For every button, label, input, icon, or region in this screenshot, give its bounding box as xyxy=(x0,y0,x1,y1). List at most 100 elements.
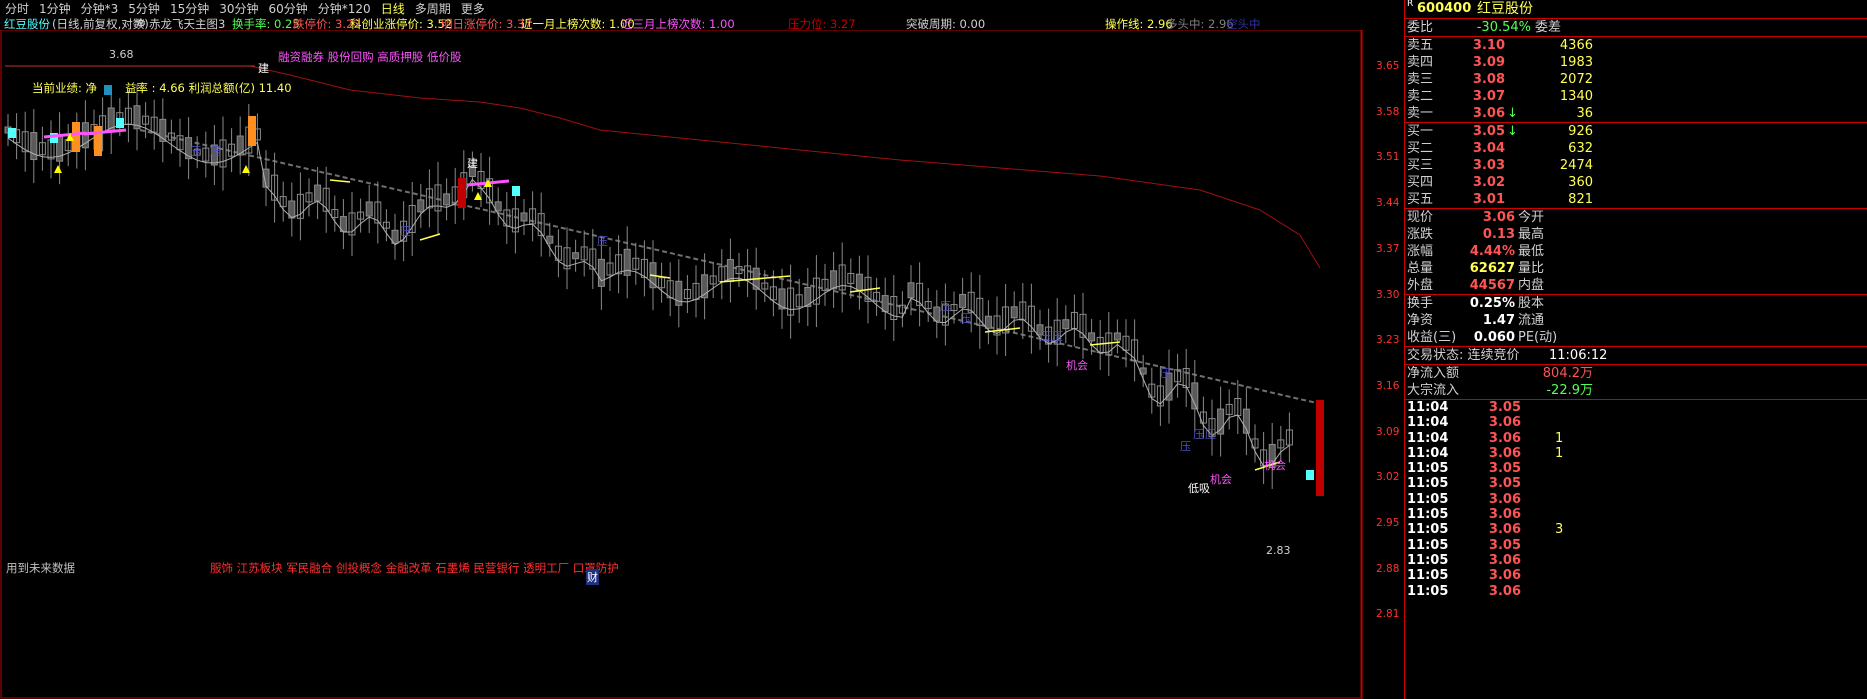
tick-time: 11:04 xyxy=(1407,400,1449,415)
book-price: 3.09 xyxy=(1472,55,1505,70)
stat-label: 总量 xyxy=(1407,261,1434,276)
book-price: 3.01 xyxy=(1472,192,1505,207)
tick-row[interactable]: 11:05 3.06 xyxy=(1405,568,1867,583)
book-label: 卖五 xyxy=(1407,38,1434,53)
price-tick: 3.65 xyxy=(1376,60,1400,72)
tick-row[interactable]: 11:05 3.06 3 xyxy=(1405,522,1867,537)
high-price-mark: 3.68 xyxy=(109,48,134,61)
low-price-mark: 2.83 xyxy=(1266,544,1291,557)
tick-list[interactable]: 11:04 3.05 11:04 3.06 11:04 3.06 1 11:04 3.06 1 11… xyxy=(1405,399,1867,599)
book-volume: 36 xyxy=(1576,106,1593,121)
period-tab[interactable]: 分时 xyxy=(0,0,34,17)
stock-header: R 600400 红豆股份 xyxy=(1405,0,1867,18)
book-label: 买一 xyxy=(1407,124,1434,139)
book-price: 3.05 xyxy=(1472,124,1505,139)
tick-row[interactable]: 11:05 3.06 xyxy=(1405,492,1867,507)
block-inflow-row: 大宗流入 -22.9万 xyxy=(1405,382,1867,399)
yellow-segment xyxy=(329,179,351,183)
book-price: 3.07 xyxy=(1472,89,1505,104)
book-row[interactable]: 买二 3.04 632 xyxy=(1405,140,1867,157)
down-arrow-icon: ↓ xyxy=(1507,124,1518,139)
candle-body xyxy=(933,306,941,322)
stat-label-2: 今开 xyxy=(1518,210,1545,225)
period-tab[interactable]: 60分钟 xyxy=(264,0,313,17)
stat-row: 收益(三) 0.060 PE(动) xyxy=(1405,329,1867,346)
tick-row[interactable]: 11:04 3.06 1 xyxy=(1405,431,1867,446)
stat-value: 44567 xyxy=(1469,278,1515,293)
candle-body xyxy=(1062,319,1070,330)
price-tick: 3.37 xyxy=(1376,242,1400,255)
pressure-mark: 压 xyxy=(1193,428,1204,441)
ask-book: 卖五 3.10 4366 卖四 3.09 1983 卖三 3.08 2072 卖二 3.07 1340… xyxy=(1405,36,1867,122)
future-data-note: 用到未来数据 xyxy=(6,561,75,575)
tick-price: 3.06 xyxy=(1488,552,1521,568)
low-suck-tag: 低吸 xyxy=(1188,482,1210,495)
stat-value: 0.25% xyxy=(1469,296,1515,311)
period-tab[interactable]: 多周期 xyxy=(410,0,456,17)
pressure-curve xyxy=(5,65,1321,269)
period-tab[interactable]: 5分钟 xyxy=(123,0,165,17)
book-row[interactable]: 卖四 3.09 1983 xyxy=(1405,54,1867,71)
performance-values: 益率 : 4.66 利润总额(亿) 11.40 xyxy=(125,81,292,95)
period-tab[interactable]: 30分钟 xyxy=(214,0,263,17)
book-row[interactable]: 买四 3.02 360 xyxy=(1405,174,1867,191)
period-tab[interactable]: 分钟*3 xyxy=(76,0,124,17)
book-row[interactable]: 买五 3.01 821 xyxy=(1405,191,1867,208)
period-tab[interactable]: 分钟*120 xyxy=(313,0,376,17)
build-tag: 建 xyxy=(467,157,478,170)
finance-tag[interactable]: 财 xyxy=(586,569,599,585)
pressure-mark: 压 xyxy=(940,300,951,313)
tick-row[interactable]: 11:05 3.05 xyxy=(1405,461,1867,476)
candle-body xyxy=(1010,306,1018,319)
candle-body xyxy=(907,282,915,299)
book-row[interactable]: 卖二 3.07 1340 xyxy=(1405,88,1867,105)
book-row[interactable]: 买三 3.03 2474 xyxy=(1405,157,1867,174)
period-tab[interactable]: 更多 xyxy=(456,0,490,17)
book-volume: 4366 xyxy=(1559,38,1593,53)
signal-candle xyxy=(1306,470,1314,480)
trade-state: 交易状态: 连续竞价 xyxy=(1407,348,1520,363)
tick-row[interactable]: 11:05 3.06 xyxy=(1405,553,1867,568)
tick-row[interactable]: 11:05 3.06 xyxy=(1405,584,1867,599)
tick-price: 3.06 xyxy=(1488,491,1521,507)
book-row[interactable]: 卖三 3.08 2072 xyxy=(1405,71,1867,88)
book-volume: 2072 xyxy=(1559,72,1593,87)
stock-code: 600400 xyxy=(1417,1,1472,16)
kline-chart[interactable]: 压压压压压压压压压压压压 当前业绩: 净益率 : 4.66 利润总额(亿) 11… xyxy=(0,30,1404,699)
gear-icon[interactable]: ⚙ xyxy=(136,16,146,30)
period-tab[interactable]: 1分钟 xyxy=(34,0,76,17)
stat-label: 外盘 xyxy=(1407,278,1434,293)
book-row[interactable]: 买一 3.05 ↓ 926 xyxy=(1405,123,1867,140)
tick-row[interactable]: 11:05 3.05 xyxy=(1405,476,1867,491)
kline-svg[interactable]: 压压压压压压压 压压压压压 xyxy=(0,30,1404,699)
net-inflow-value: 804.2万 xyxy=(1542,366,1593,381)
tick-row[interactable]: 11:04 3.05 xyxy=(1405,400,1867,415)
book-price: 3.03 xyxy=(1472,158,1505,173)
tick-row[interactable]: 11:05 3.05 xyxy=(1405,538,1867,553)
candle-body xyxy=(1217,408,1225,435)
stat-value: 0.13 xyxy=(1482,227,1515,242)
stat-label: 换手 xyxy=(1407,296,1434,311)
period-tab[interactable]: 日线 xyxy=(376,0,410,17)
book-volume: 926 xyxy=(1568,124,1593,139)
quote-panel: R 600400 红豆股份 委比 -30.54% 委差 卖五 3.10 4366 卖四… xyxy=(1404,0,1867,699)
block-inflow-value: -22.9万 xyxy=(1546,383,1593,398)
pressure-mark: 压 xyxy=(1180,440,1191,453)
tick-row[interactable]: 11:04 3.06 1 xyxy=(1405,446,1867,461)
candle-body xyxy=(959,293,967,308)
tick-time: 11:05 xyxy=(1407,552,1449,568)
tick-price: 3.06 xyxy=(1488,415,1521,431)
tick-row[interactable]: 11:04 3.06 xyxy=(1405,415,1867,430)
price-tick: 3.58 xyxy=(1376,105,1400,118)
period-tab[interactable]: 15分钟 xyxy=(165,0,214,17)
stat-label-2: 流通 xyxy=(1518,313,1545,328)
stat-label: 现价 xyxy=(1407,210,1434,225)
book-row[interactable]: 卖五 3.10 4366 xyxy=(1405,37,1867,54)
stat-label: 净资 xyxy=(1407,313,1434,328)
stat-label-2: PE(动) xyxy=(1518,330,1558,345)
pressure-mark: 压 xyxy=(1205,428,1216,441)
book-row[interactable]: 卖一 3.06 ↓ 36 xyxy=(1405,105,1867,122)
tick-row[interactable]: 11:05 3.06 xyxy=(1405,507,1867,522)
yellow-segment xyxy=(1089,341,1121,346)
price-tick: 3.51 xyxy=(1376,151,1400,164)
